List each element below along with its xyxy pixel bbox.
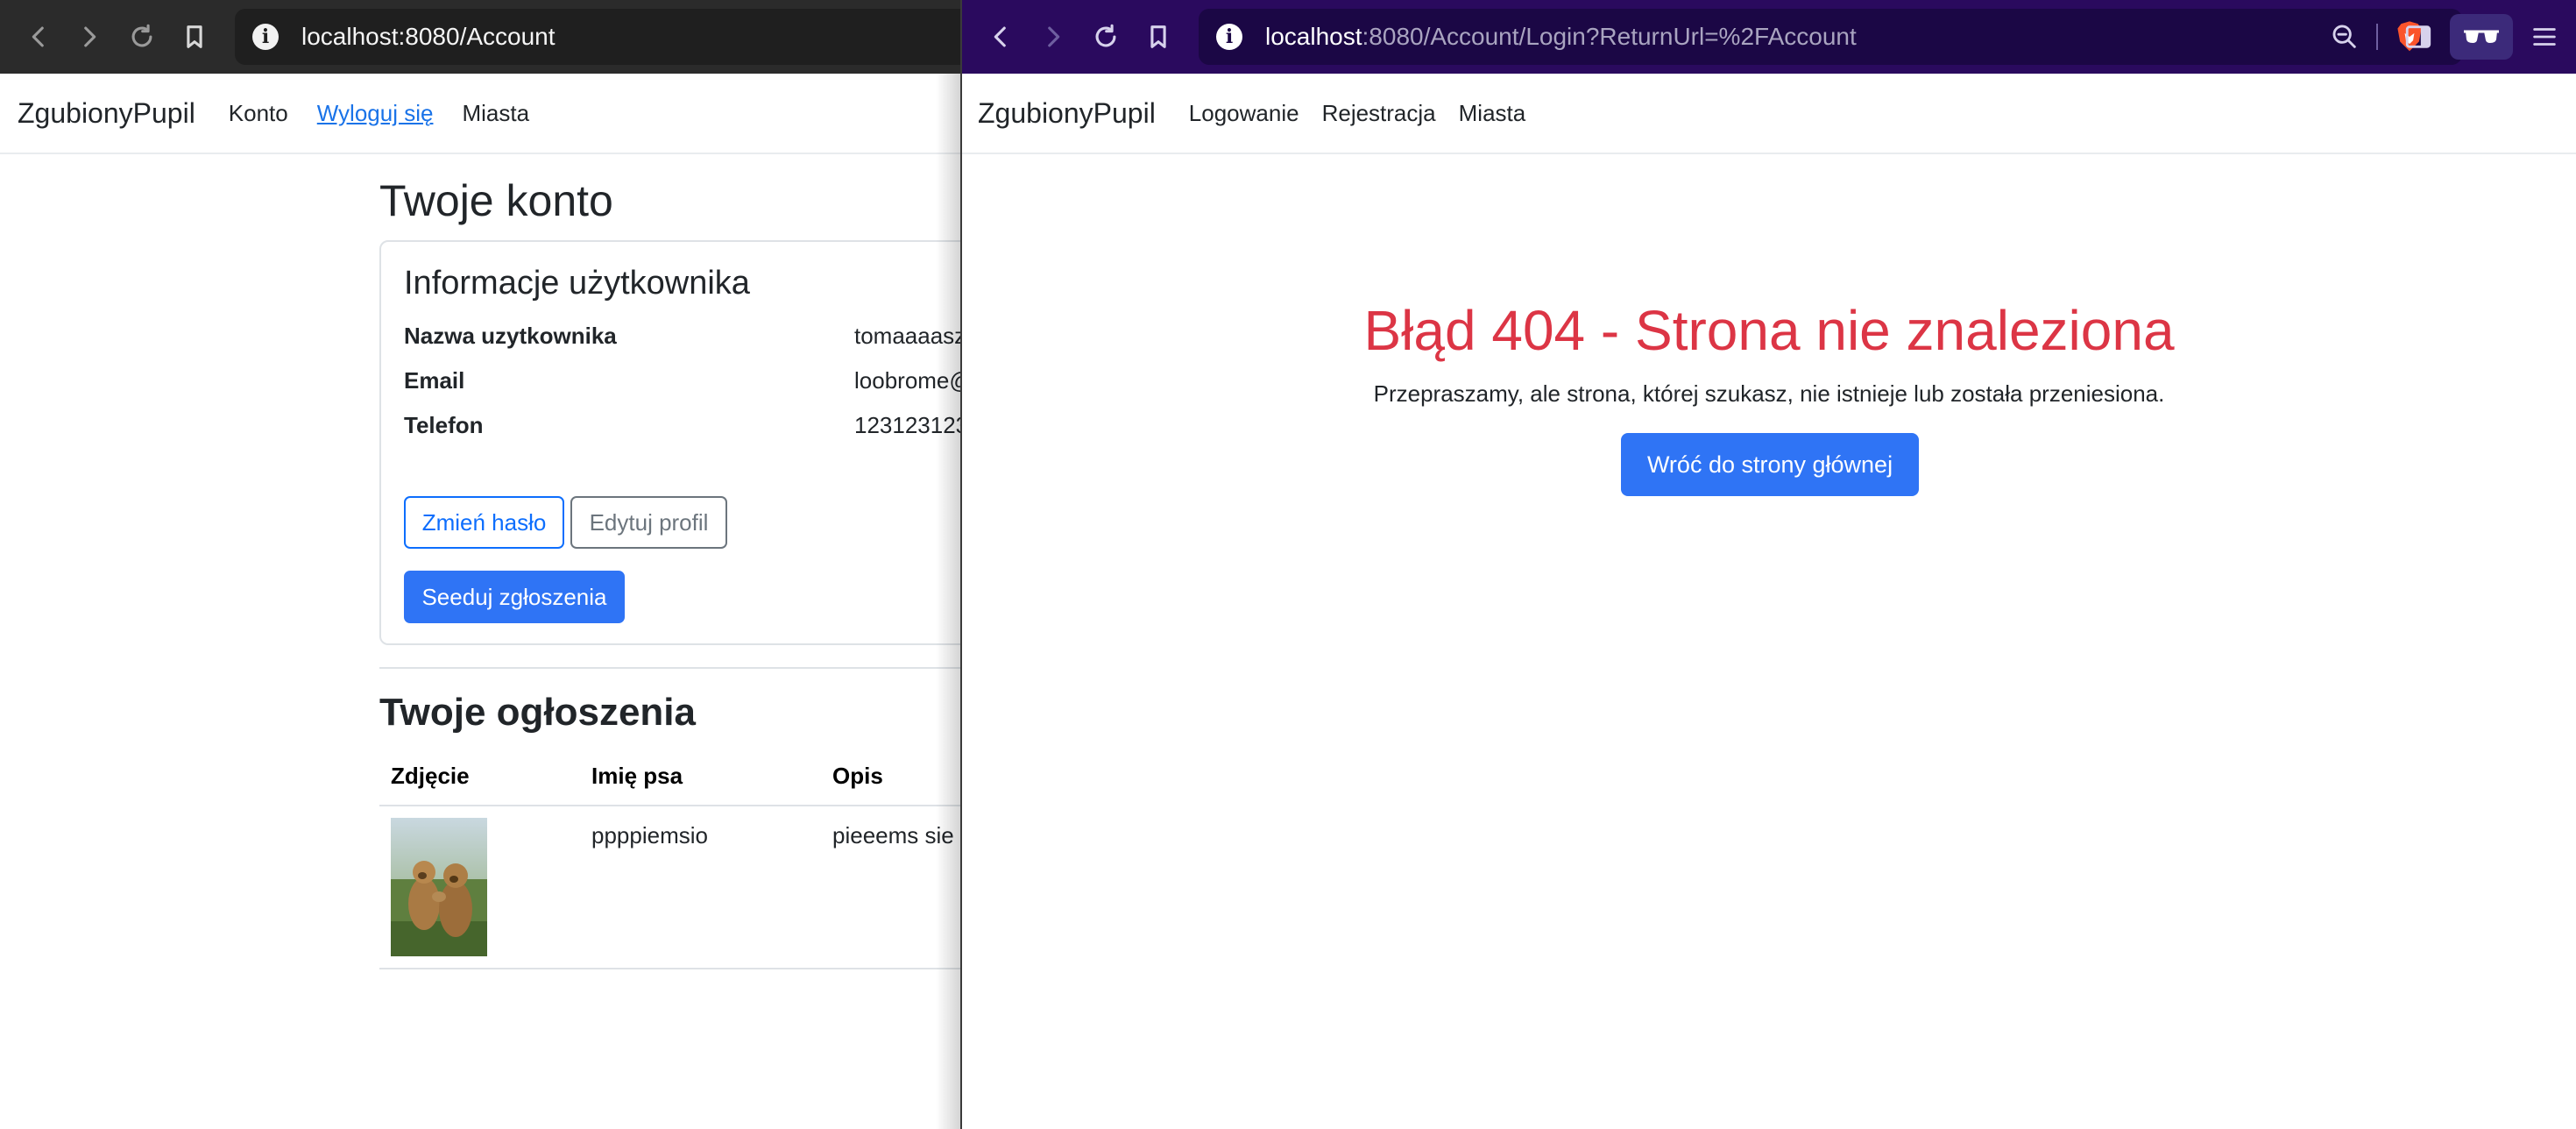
back-button-right[interactable]	[976, 12, 1025, 61]
left-address-bar[interactable]: i localhost:8080/Account	[235, 9, 962, 65]
nav-link-miasta[interactable]: Miasta	[462, 100, 529, 127]
bookmark-button[interactable]	[170, 12, 219, 61]
right-address-bar[interactable]: i localhost:8080/Account/Login?ReturnUrl…	[1199, 9, 2462, 65]
bookmark-button-right[interactable]	[1134, 12, 1183, 61]
username-label: Nazwa uzytkownika	[404, 323, 617, 349]
reload-icon	[1095, 24, 1116, 47]
left-site-navbar: ZgubionyPupil Konto Wyloguj się Miasta	[0, 74, 962, 154]
back-button[interactable]	[14, 12, 63, 61]
back-to-home-button[interactable]: Wróć do strony głównej	[1621, 433, 1919, 496]
section-divider	[379, 667, 962, 669]
brand-link[interactable]: ZgubionyPupil	[18, 97, 195, 130]
dog-photo	[391, 818, 487, 956]
zoom-out-icon	[2332, 25, 2356, 48]
phone-label: Telefon	[404, 412, 484, 438]
user-info-card: Informacje użytkownika Nazwa uzytkownika…	[379, 240, 962, 645]
account-section: Twoje konto Informacje użytkownika Nazwa…	[379, 175, 962, 969]
nav-link-login[interactable]: Logowanie	[1189, 100, 1299, 127]
right-toolbar-actions	[2394, 9, 2576, 65]
change-password-button[interactable]: Zmień hasło	[404, 496, 564, 549]
listings-title: Twoje ogłoszenia	[379, 691, 697, 734]
table-header-border	[379, 805, 962, 806]
dog-name-cell: ppppiemsio	[591, 822, 708, 849]
email-label: Email	[404, 367, 465, 394]
right-site-navbar: ZgubionyPupil Logowanie Rejestracja Mias…	[962, 74, 2576, 154]
reload-button[interactable]	[117, 12, 166, 61]
site-info-icon[interactable]: i	[1216, 24, 1242, 50]
right-url-text: localhost:8080/Account/Login?ReturnUrl=%…	[1265, 23, 1857, 51]
reload-button-right[interactable]	[1081, 12, 1130, 61]
bookmark-icon	[187, 25, 202, 48]
forward-button[interactable]	[65, 12, 114, 61]
url-host: localhost	[1265, 23, 1362, 50]
nav-link-register[interactable]: Rejestracja	[1322, 100, 1436, 127]
column-header-description: Opis	[832, 763, 883, 789]
column-header-dog-name: Imię psa	[591, 763, 683, 789]
chevron-left-icon	[994, 26, 1006, 47]
nav-link-logout[interactable]: Wyloguj się	[317, 100, 434, 127]
reload-icon	[131, 24, 152, 47]
main-menu-button[interactable]	[2520, 12, 2569, 61]
bookmark-icon	[1150, 25, 1166, 48]
chevron-left-icon	[32, 26, 44, 47]
nav-link-konto[interactable]: Konto	[229, 100, 288, 127]
hamburger-menu-icon	[2533, 28, 2556, 46]
chevron-right-icon	[84, 26, 96, 47]
sidebar-icon	[2405, 25, 2431, 48]
toolbar-separator	[2376, 24, 2378, 50]
left-url-text: localhost:8080/Account	[301, 23, 556, 50]
sidebar-button[interactable]	[2394, 12, 2443, 61]
left-browser-toolbar: i localhost:8080/Account	[0, 0, 962, 74]
forward-button-right[interactable]	[1029, 12, 1078, 61]
table-row-border	[379, 968, 962, 969]
url-path: :8080/Account/Login?ReturnUrl=%2FAccount	[1362, 23, 1857, 50]
zoom-button[interactable]	[2320, 12, 2369, 61]
nav-link-miasta[interactable]: Miasta	[1459, 100, 1526, 127]
edit-profile-button[interactable]: Edytuj profil	[570, 496, 727, 549]
glasses-icon	[2464, 30, 2499, 43]
seed-reports-button[interactable]: Seeduj zgłoszenia	[404, 571, 625, 623]
error-message: Przepraszamy, ale strona, której szukasz…	[1373, 380, 2165, 407]
card-title: Informacje użytkownika	[404, 265, 750, 302]
site-info-icon[interactable]: i	[252, 24, 279, 50]
left-browser-window: i localhost:8080/Account ZgubionyPupil K…	[0, 0, 962, 1129]
brand-link[interactable]: ZgubionyPupil	[978, 97, 1156, 130]
reader-mode-button[interactable]	[2450, 14, 2513, 60]
column-header-photo: Zdjęcie	[391, 763, 470, 789]
window-divider-shadow	[936, 74, 962, 1129]
chevron-right-icon	[1048, 26, 1060, 47]
error-title: Błąd 404 - Strona nie znaleziona	[1363, 299, 2175, 362]
page-title: Twoje konto	[379, 176, 613, 225]
right-browser-window: i localhost:8080/Account/Login?ReturnUrl…	[960, 0, 2576, 1129]
right-browser-toolbar: i localhost:8080/Account/Login?ReturnUrl…	[962, 0, 2576, 74]
